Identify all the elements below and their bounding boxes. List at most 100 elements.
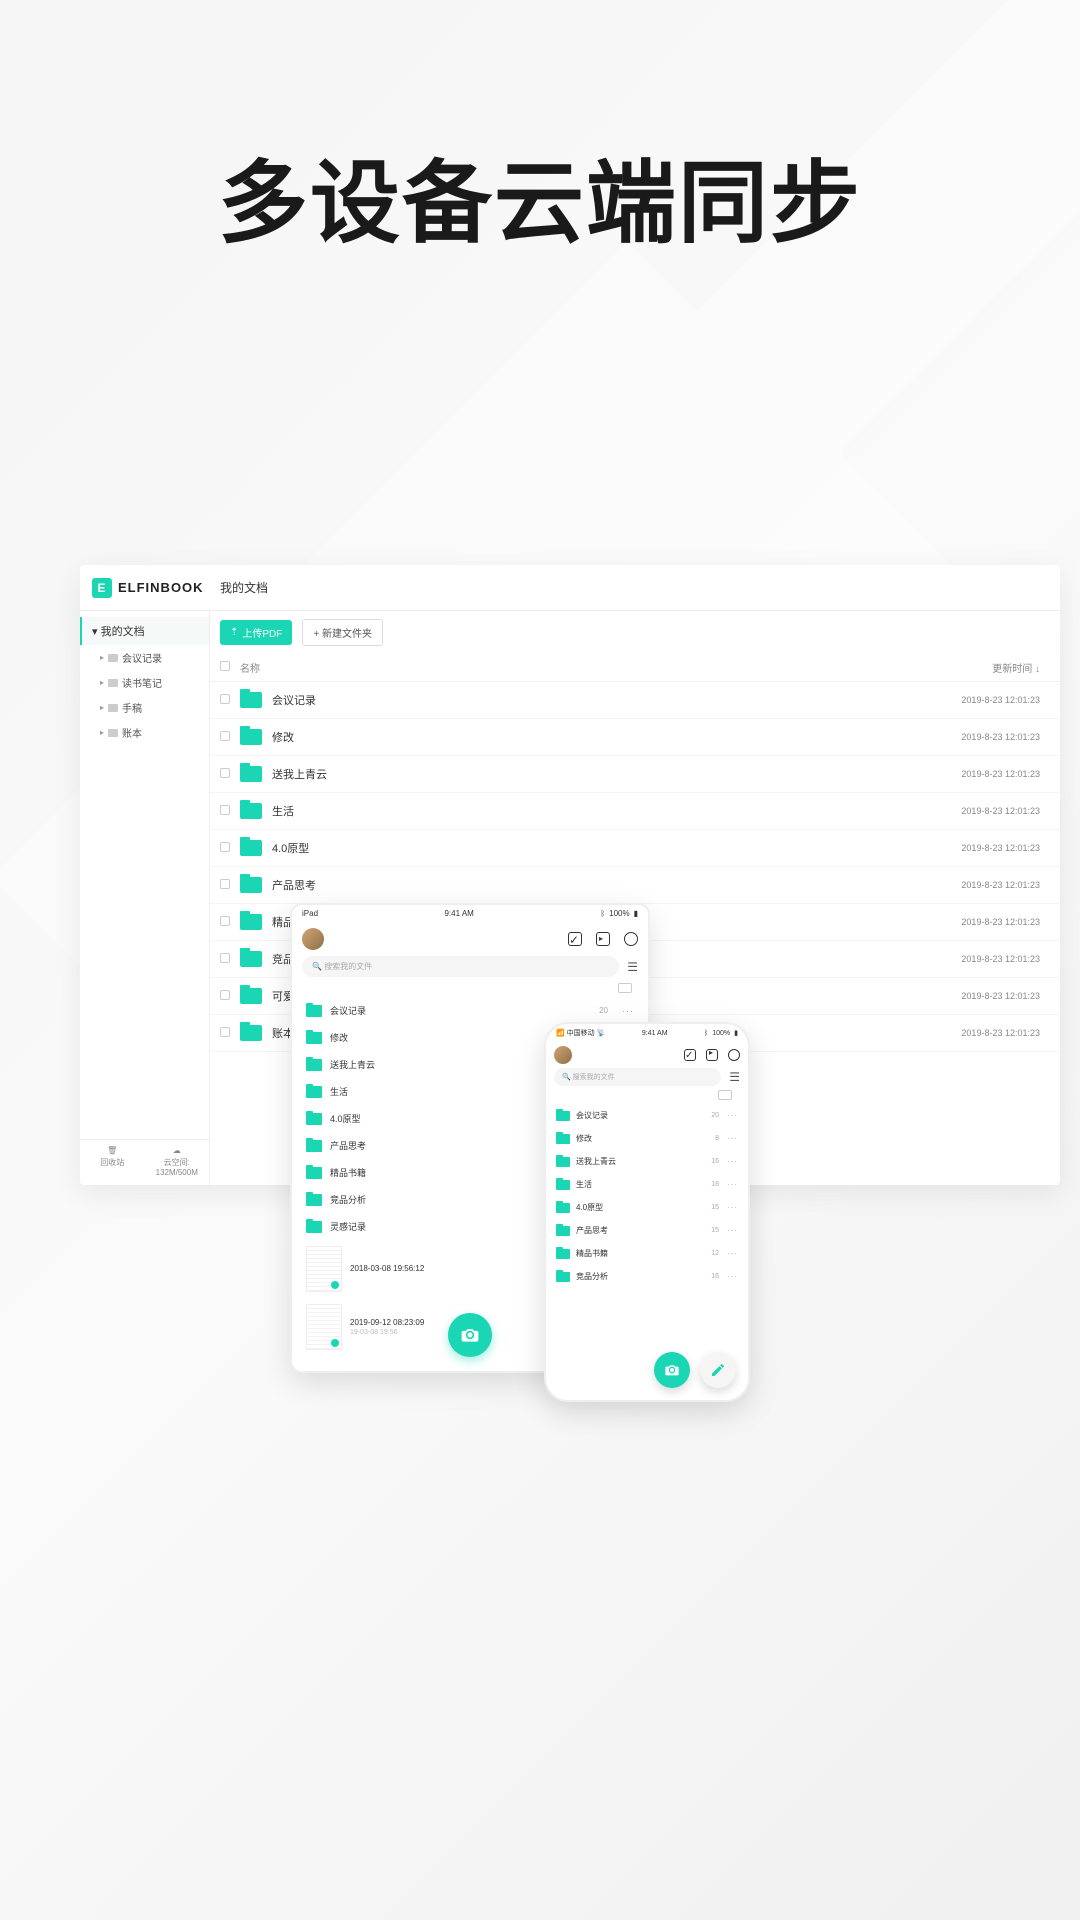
tag-icon[interactable]	[618, 983, 632, 993]
row-checkbox[interactable]	[220, 953, 240, 966]
row-name: 会议记录	[272, 692, 920, 708]
page-title: 我的文档	[210, 579, 268, 596]
upload-pdf-button[interactable]: ⇡上传PDF	[220, 620, 292, 645]
bluetooth-icon: ᛒ	[704, 1030, 708, 1037]
row-checkbox[interactable]	[220, 694, 240, 707]
more-icon[interactable]: ···	[727, 1111, 738, 1120]
trash-button[interactable]: 🗑回收站	[80, 1146, 145, 1177]
item-name: 竞品分析	[576, 1271, 711, 1282]
list-item[interactable]: 生活 18 ···	[554, 1173, 740, 1196]
list-item[interactable]: 送我上青云 16 ···	[554, 1150, 740, 1173]
row-date: 2019-8-23 12:01:23	[920, 732, 1050, 742]
camera-fab[interactable]	[448, 1313, 492, 1357]
table-row[interactable]: 会议记录 2019-8-23 12:01:23	[210, 682, 1060, 719]
item-count: 12	[711, 1250, 719, 1257]
row-date: 2019-8-23 12:01:23	[920, 880, 1050, 890]
camera-fab[interactable]	[654, 1352, 690, 1388]
sidebar-item[interactable]: ▸手稿	[80, 695, 209, 720]
folder-icon	[240, 840, 262, 856]
col-date[interactable]: 更新时间 ↓	[920, 660, 1050, 675]
more-icon[interactable]: ···	[727, 1249, 738, 1258]
sidebar-item[interactable]: ▸账本	[80, 720, 209, 745]
sidebar-item[interactable]: ▸读书笔记	[80, 670, 209, 695]
check-icon[interactable]: ✓	[684, 1049, 696, 1061]
more-icon[interactable]: ···	[727, 1226, 738, 1235]
list-item[interactable]: 4.0原型 15 ···	[554, 1196, 740, 1219]
folder-icon	[108, 704, 118, 712]
row-checkbox[interactable]	[220, 916, 240, 929]
more-icon[interactable]: ···	[727, 1203, 738, 1212]
device-header: ✓	[292, 922, 648, 956]
hero-title: 多设备云端同步	[0, 130, 1080, 260]
battery-icon: ▮	[634, 909, 638, 918]
row-checkbox[interactable]	[220, 805, 240, 818]
menu-icon[interactable]: ☰	[627, 960, 638, 974]
item-count: 8	[715, 1135, 719, 1142]
list-item[interactable]: 修改 8 ···	[554, 1127, 740, 1150]
avatar[interactable]	[302, 928, 324, 950]
toolbar: ⇡上传PDF + 新建文件夹	[210, 611, 1060, 654]
item-name: 送我上青云	[576, 1156, 711, 1167]
search-input[interactable]: 🔍 搜索我的文件	[302, 956, 619, 977]
upload-icon: ⇡	[230, 627, 238, 638]
check-icon[interactable]: ✓	[568, 932, 582, 946]
folder-icon	[306, 1086, 322, 1098]
row-checkbox[interactable]	[220, 842, 240, 855]
row-date: 2019-8-23 12:01:23	[920, 695, 1050, 705]
row-date: 2019-8-23 12:01:23	[920, 1028, 1050, 1038]
tag-icon[interactable]	[718, 1090, 732, 1100]
folder-icon	[240, 729, 262, 745]
search-input[interactable]: 🔍 搜索我的文件	[554, 1068, 721, 1086]
list-item[interactable]: 精品书籍 12 ···	[554, 1242, 740, 1265]
brand-mark-icon: E	[92, 578, 112, 598]
brand-logo[interactable]: E ELFINBOOK	[80, 578, 210, 598]
list-item[interactable]: 竞品分析 16 ···	[554, 1265, 740, 1288]
item-name: 4.0原型	[576, 1202, 711, 1213]
clock-icon[interactable]	[624, 932, 638, 946]
folder-icon	[306, 1032, 322, 1044]
clock-icon[interactable]	[728, 1049, 740, 1061]
more-icon[interactable]: ···	[727, 1272, 738, 1281]
more-icon[interactable]: ···	[727, 1180, 738, 1189]
row-date: 2019-8-23 12:01:23	[920, 843, 1050, 853]
row-checkbox[interactable]	[220, 768, 240, 781]
folder-icon	[240, 988, 262, 1004]
folder-icon	[306, 1005, 322, 1017]
row-date: 2019-8-23 12:01:23	[920, 769, 1050, 779]
select-all-checkbox[interactable]	[220, 661, 240, 674]
row-checkbox[interactable]	[220, 731, 240, 744]
more-icon[interactable]: ···	[622, 1006, 634, 1016]
row-checkbox[interactable]	[220, 879, 240, 892]
more-icon[interactable]: ···	[727, 1157, 738, 1166]
item-count: 20	[711, 1112, 719, 1119]
list-item[interactable]: 会议记录 20 ···	[554, 1104, 740, 1127]
device-header: ✓	[546, 1042, 748, 1068]
play-icon[interactable]	[596, 932, 610, 946]
sidebar: ▾ 我的文档 ▸会议记录 ▸读书笔记 ▸手稿 ▸账本 🗑回收站 ☁云空间: 13…	[80, 611, 210, 1185]
folder-icon	[240, 766, 262, 782]
list-item[interactable]: 产品思考 15 ···	[554, 1219, 740, 1242]
sidebar-item[interactable]: ▸会议记录	[80, 645, 209, 670]
row-checkbox[interactable]	[220, 1027, 240, 1040]
table-row[interactable]: 产品思考 2019-8-23 12:01:23	[210, 867, 1060, 904]
sidebar-root[interactable]: ▾ 我的文档	[80, 617, 209, 645]
table-row[interactable]: 修改 2019-8-23 12:01:23	[210, 719, 1060, 756]
folder-icon	[556, 1226, 570, 1236]
table-row[interactable]: 生活 2019-8-23 12:01:23	[210, 793, 1060, 830]
folder-icon	[240, 692, 262, 708]
row-checkbox[interactable]	[220, 990, 240, 1003]
table-row[interactable]: 送我上青云 2019-8-23 12:01:23	[210, 756, 1060, 793]
folder-icon	[556, 1111, 570, 1121]
table-row[interactable]: 4.0原型 2019-8-23 12:01:23	[210, 830, 1060, 867]
folder-icon	[556, 1157, 570, 1167]
col-name[interactable]: 名称	[240, 660, 920, 675]
list-item[interactable]: 会议记录 20 ···	[302, 997, 638, 1024]
menu-icon[interactable]: ☰	[729, 1070, 740, 1084]
play-icon[interactable]	[706, 1049, 718, 1061]
more-icon[interactable]: ···	[727, 1134, 738, 1143]
folder-icon	[306, 1167, 322, 1179]
item-name: 会议记录	[576, 1110, 711, 1121]
avatar[interactable]	[554, 1046, 572, 1064]
edit-fab[interactable]	[700, 1352, 736, 1388]
new-folder-button[interactable]: + 新建文件夹	[302, 619, 383, 646]
